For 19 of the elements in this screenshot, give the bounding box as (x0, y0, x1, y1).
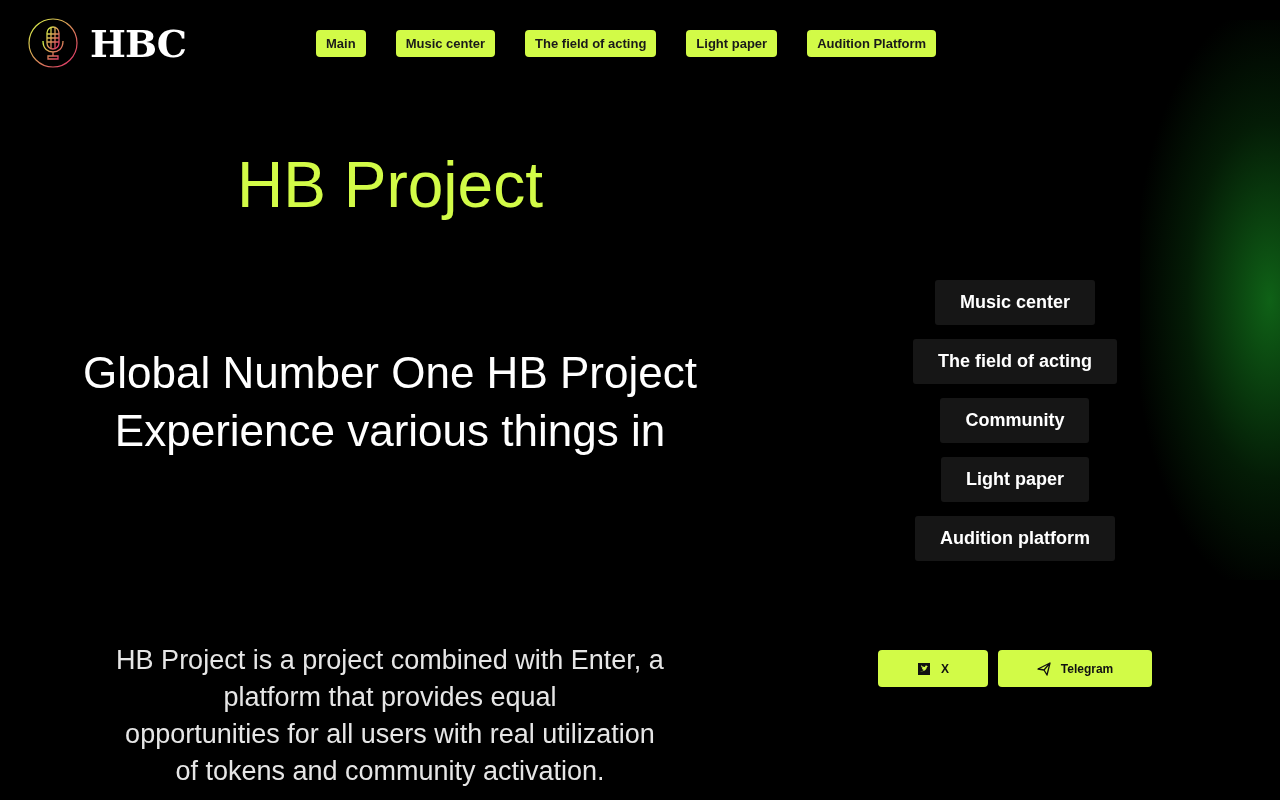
social-button[interactable]: Telegram (998, 650, 1152, 687)
hero-headline: Global Number One HB Project Experience various things in (83, 347, 697, 457)
social-button[interactable]: X (878, 650, 988, 687)
hero-description: HB Project is a project combined with Enter, a platform that provides equal opportunities for all users with real utilization of tokens and community activation. (116, 644, 664, 788)
logo-text: HBC (90, 20, 186, 66)
menu-button[interactable]: Community (940, 398, 1090, 443)
nav-link[interactable]: Audition Platform (807, 29, 937, 57)
nav-link[interactable]: Light paper (686, 29, 778, 57)
menu-button[interactable]: Light paper (941, 457, 1089, 502)
hero-title: HB Project (237, 148, 543, 222)
nav-link[interactable]: Music center (395, 29, 496, 57)
microphone-logo-icon (28, 18, 78, 68)
menu-button[interactable]: Music center (934, 280, 1095, 325)
nav-link[interactable]: The field of acting (525, 29, 657, 57)
bird-icon (917, 661, 931, 676)
nav-link[interactable]: Main (316, 29, 366, 57)
menu-button[interactable]: The field of acting (913, 339, 1117, 384)
menu-button[interactable]: Audition platform (915, 516, 1115, 561)
paper-plane-icon (1036, 661, 1051, 676)
